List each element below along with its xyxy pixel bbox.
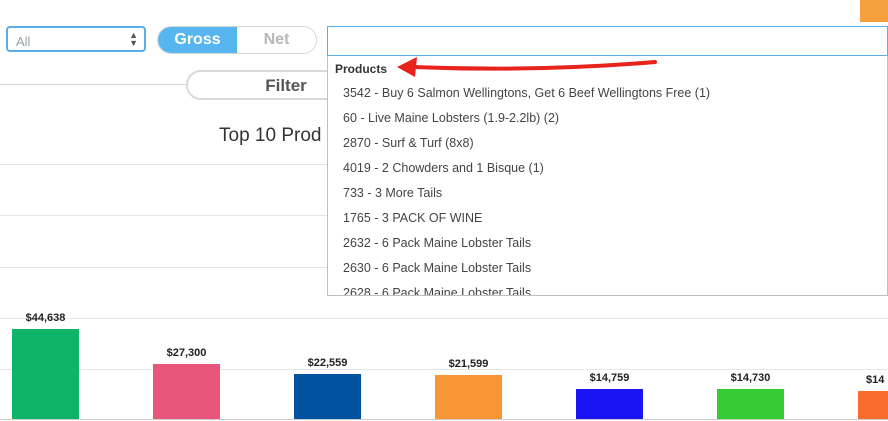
bar-value-label: $14,730 [730,372,771,384]
chart-bar[interactable] [294,374,361,419]
bar-value-label: $21,599 [448,358,489,370]
red-arrow-annotation [397,57,657,77]
filter-select-value: All [16,34,31,49]
bar-value-label: $44,638 [25,312,66,324]
chart-title: Top 10 Prod [219,125,322,146]
dropdown-item[interactable]: 733 - 3 More Tails [328,181,887,206]
chart-baseline [0,419,888,420]
gross-net-toggle[interactable]: Gross Net [157,26,317,54]
chart-gridline [0,318,888,319]
dropdown-item[interactable]: 2628 - 6 Pack Maine Lobster Tails [328,281,887,295]
bar-value-label: $27,300 [166,347,207,359]
filter-divider [0,84,186,85]
select-arrows-icon: ▲ ▼ [129,30,138,48]
chart-bar[interactable] [12,329,79,419]
dropdown-items: 3542 - Buy 6 Salmon Wellingtons, Get 6 B… [328,81,887,295]
bar-value-label: $14,759 [589,372,630,384]
bar-value-label: $14 [866,374,885,386]
dropdown-item[interactable]: 60 - Live Maine Lobsters (1.9-2.2lb) (2) [328,106,887,131]
chart-bar[interactable] [717,389,784,419]
bar-value-label: $22,559 [307,357,348,369]
dropdown-item[interactable]: 2870 - Surf & Turf (8x8) [328,131,887,156]
dropdown-item[interactable]: 3542 - Buy 6 Salmon Wellingtons, Get 6 B… [328,81,887,106]
gross-option[interactable]: Gross [158,27,237,53]
dropdown-item[interactable]: 2632 - 6 Pack Maine Lobster Tails [328,231,887,256]
chart-bar[interactable] [435,375,502,419]
dropdown-item[interactable]: 4019 - 2 Chowders and 1 Bisque (1) [328,156,887,181]
chart-bar[interactable] [153,364,220,419]
chart-bar[interactable] [858,391,888,419]
partial-chart-bar [860,0,888,22]
filter-select[interactable]: All ▲ ▼ [6,26,146,52]
dropdown-item[interactable]: 1765 - 3 PACK OF WINE [328,206,887,231]
product-dropdown: Products 3542 - Buy 6 Salmon Wellingtons… [327,56,888,296]
chart-bar[interactable] [576,389,643,419]
net-option[interactable]: Net [237,27,316,53]
dropdown-item[interactable]: 2630 - 6 Pack Maine Lobster Tails [328,256,887,281]
product-search-input[interactable] [327,26,888,56]
